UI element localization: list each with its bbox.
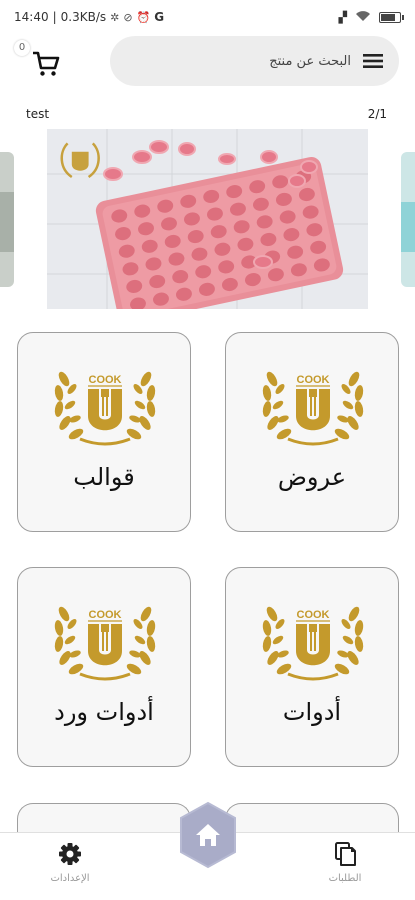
banner-caption: test <box>26 107 50 121</box>
nav-orders-label: الطلبات <box>328 873 362 884</box>
category-card-flower-tools[interactable]: أدوات ورد <box>17 567 191 767</box>
settings-status-icon: ✲ <box>110 10 120 24</box>
orders-icon <box>335 842 356 866</box>
cart-icon <box>33 51 60 76</box>
gear-icon <box>59 843 81 865</box>
cart-button[interactable]: 0 <box>14 40 64 82</box>
status-bar: 14:40 | 0.3KB/s ✲ ⊘ ⏰ G ▞ <box>0 0 415 34</box>
category-label: أدوات ورد <box>54 698 154 726</box>
cook-logo-icon <box>258 594 368 686</box>
home-hexagon <box>180 801 236 869</box>
banner-next-slide[interactable] <box>401 152 415 287</box>
nav-settings-label: الإعدادات <box>50 873 90 884</box>
category-card-offers[interactable]: عروض <box>225 332 399 532</box>
cook-logo-icon <box>258 359 368 451</box>
cart-count-badge: 0 <box>14 40 30 56</box>
battery-icon <box>379 11 404 23</box>
home-button[interactable] <box>178 801 238 869</box>
app-screen: 14:40 | 0.3KB/s ✲ ⊘ ⏰ G ▞ 0 البحث عن منت… <box>0 0 415 900</box>
signal-icon: ▞ <box>338 10 347 24</box>
category-label: قوالب <box>73 463 135 491</box>
status-network-speed: 0.3KB/s <box>60 10 107 24</box>
banner-page-counter: 2/1 <box>367 107 387 121</box>
silicone-mold-photo <box>47 129 368 309</box>
banner-image[interactable] <box>47 129 368 309</box>
status-time: 14:40 <box>14 10 49 24</box>
cook-logo-icon <box>50 594 160 686</box>
search-placeholder: البحث عن منتج <box>269 53 351 69</box>
banner-prev-slide[interactable] <box>0 152 14 287</box>
bottom-navigation: الطلبات الإعدادات <box>0 801 415 900</box>
nav-settings[interactable]: الإعدادات <box>25 841 115 884</box>
category-card-molds[interactable]: قوالب <box>17 332 191 532</box>
battery-fill <box>381 13 395 21</box>
category-label: عروض <box>277 463 347 491</box>
alarm-status-icon: ⏰ <box>136 10 151 24</box>
menu-icon[interactable] <box>361 49 385 73</box>
category-card-tools[interactable]: أدوات <box>225 567 399 767</box>
search-bar[interactable]: البحث عن منتج <box>110 36 399 86</box>
cook-logo-icon <box>50 359 160 451</box>
carrier-icon: G <box>154 10 165 24</box>
nav-orders[interactable]: الطلبات <box>300 841 390 884</box>
wifi-icon <box>355 10 371 25</box>
category-label: أدوات <box>282 698 342 726</box>
block-status-icon: ⊘ <box>123 10 133 24</box>
